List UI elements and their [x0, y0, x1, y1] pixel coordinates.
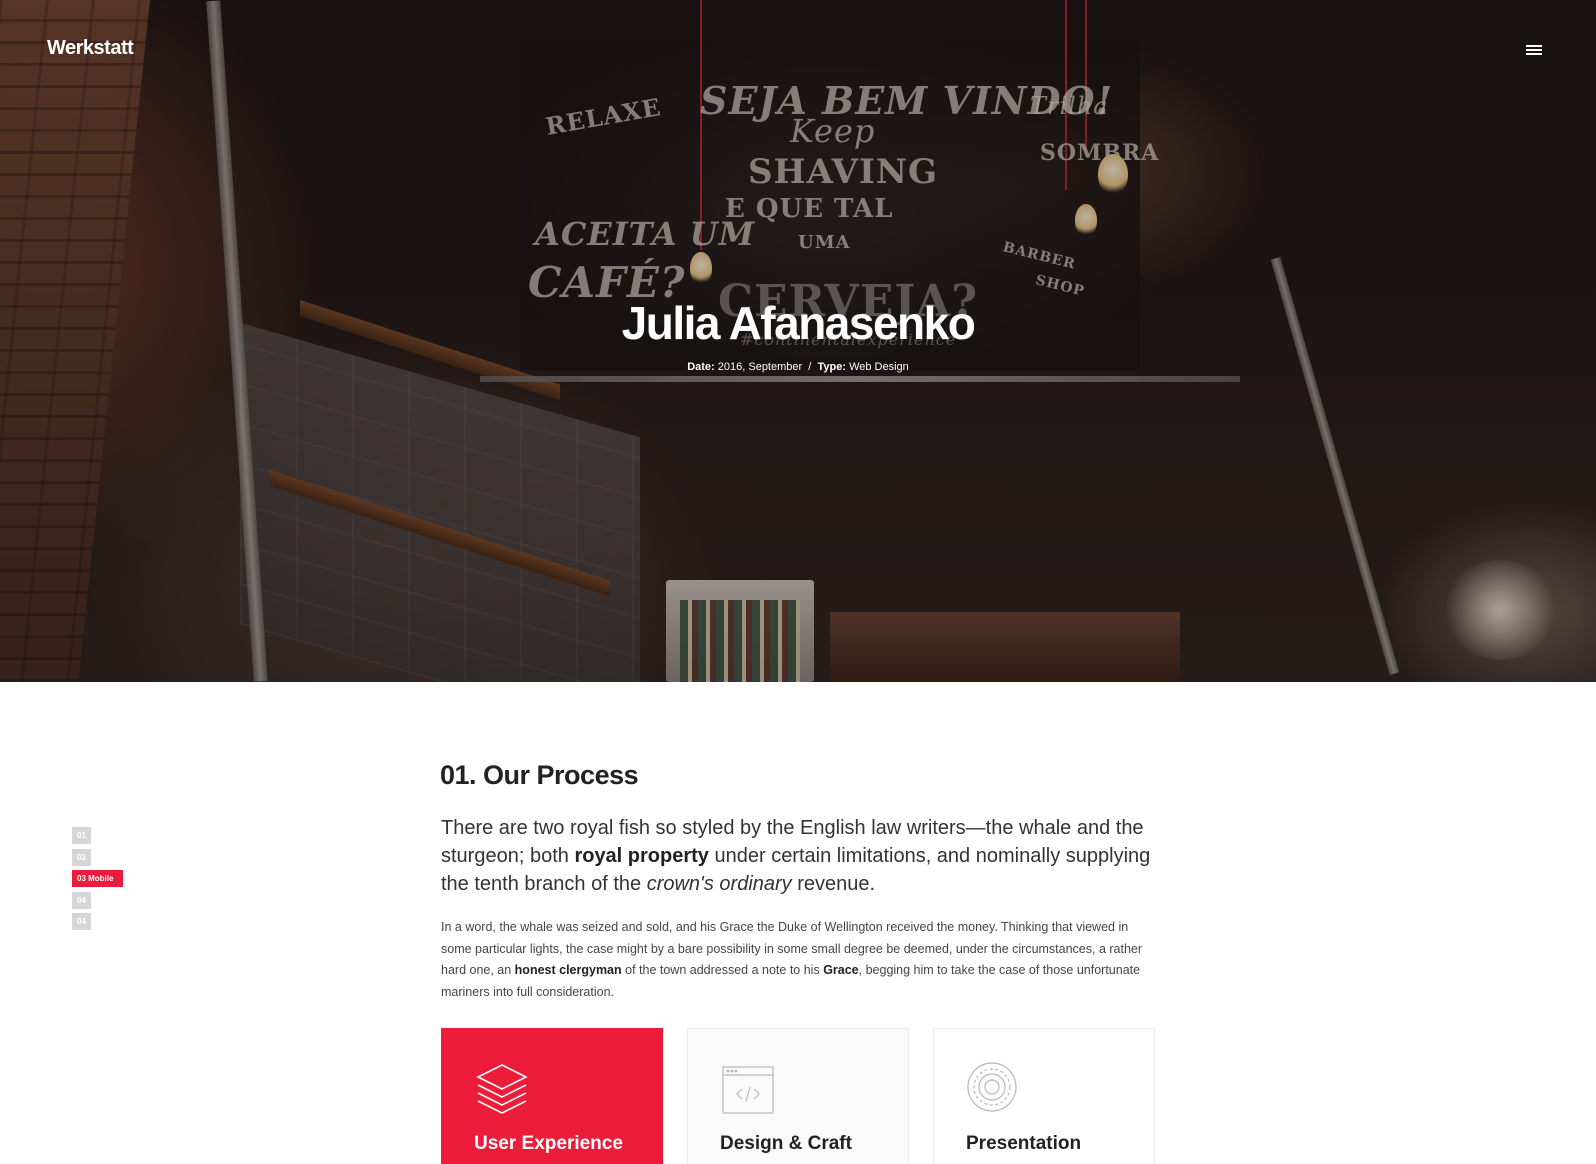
- code-window-icon: [722, 1066, 774, 1114]
- section-side-nav: 01 02 03 Mobile 04 04: [72, 827, 123, 935]
- side-nav-item-02[interactable]: 02: [72, 848, 91, 866]
- body-bold-1: honest clergyman: [514, 963, 622, 977]
- date-value: 2016, September: [717, 361, 803, 373]
- site-logo[interactable]: Werkstatt: [47, 37, 134, 60]
- side-nav-item-01[interactable]: 01: [72, 827, 91, 844]
- side-nav-item-04[interactable]: 04: [72, 891, 91, 909]
- body-bold-2: Grace: [823, 963, 859, 977]
- hero-banner: RELAXE SEJA BEM VINDO! Keep SHAVING E QU…: [0, 0, 1596, 682]
- project-title: Julia Afanasenko: [621, 297, 976, 349]
- lead-text-3: revenue.: [791, 873, 876, 895]
- card-presentation[interactable]: Presentation: [933, 1028, 1155, 1164]
- card-label: User Experience: [474, 1133, 623, 1154]
- project-meta: Date: 2016, September / Type: Web Design: [0, 361, 1596, 373]
- lead-bold: royal property: [574, 845, 709, 867]
- side-nav-item-03-active[interactable]: 03 Mobile: [72, 870, 123, 887]
- body-paragraph: In a word, the whale was seized and sold…: [441, 917, 1161, 1003]
- card-label: Design & Craft: [720, 1133, 852, 1154]
- card-design-craft[interactable]: Design & Craft: [687, 1028, 909, 1164]
- hamburger-menu-icon[interactable]: [1526, 43, 1548, 57]
- meta-separator: /: [808, 361, 812, 373]
- card-label: Presentation: [966, 1133, 1082, 1154]
- section-title: 01. Our Process: [440, 760, 639, 790]
- layers-icon: [476, 1064, 528, 1114]
- gear-icon: [967, 1062, 1017, 1112]
- type-label: Type:: [817, 361, 847, 373]
- type-value: Web Design: [849, 361, 909, 373]
- lead-italic: crown's ordinary: [646, 873, 792, 895]
- card-user-experience[interactable]: User Experience: [441, 1028, 663, 1164]
- date-label: Date:: [687, 361, 715, 373]
- body-text-2: of the town addressed a note to his: [621, 963, 824, 977]
- lead-paragraph: There are two royal fish so styled by th…: [441, 814, 1161, 898]
- side-nav-item-05[interactable]: 04: [72, 913, 91, 930]
